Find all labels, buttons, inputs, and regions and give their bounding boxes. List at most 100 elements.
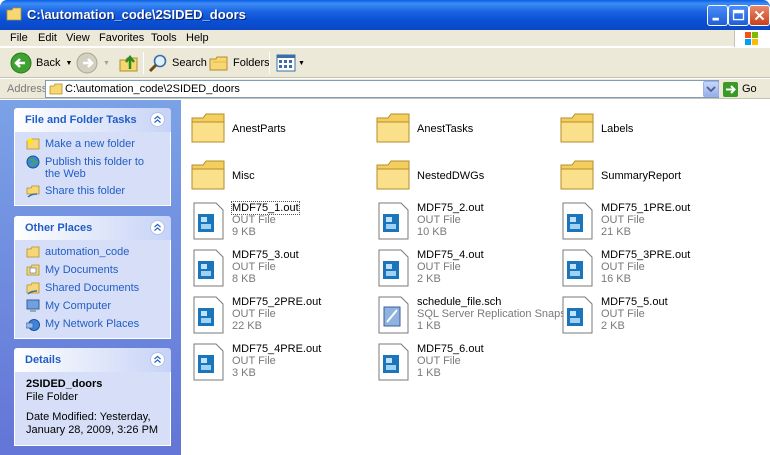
place-shared-documents-link[interactable]: Shared Documents bbox=[26, 282, 162, 295]
window-title: C:\automation_code\2SIDED_doors bbox=[27, 7, 246, 22]
menu-edit[interactable]: Edit bbox=[38, 32, 57, 44]
file-name: AnestTasks bbox=[417, 123, 474, 135]
close-icon bbox=[754, 10, 765, 21]
search-label: Search bbox=[172, 57, 207, 69]
views-button[interactable]: ▼ bbox=[276, 51, 305, 75]
file-folder-tasks-panel: File and Folder Tasks Make a new folder … bbox=[14, 108, 171, 206]
make-new-folder-link[interactable]: Make a new folder bbox=[26, 138, 162, 151]
file-type: OUT File bbox=[417, 355, 461, 367]
place-my-documents-link[interactable]: My Documents bbox=[26, 264, 162, 277]
out-file-icon bbox=[562, 249, 593, 287]
search-button[interactable]: Search bbox=[148, 51, 207, 75]
folders-button[interactable]: Folders bbox=[209, 51, 270, 75]
address-dropdown-button[interactable] bbox=[703, 81, 719, 97]
file-size: 2 KB bbox=[601, 320, 625, 332]
link-label: Share this folder bbox=[45, 185, 126, 197]
close-button[interactable] bbox=[749, 5, 770, 26]
link-label: My Documents bbox=[45, 264, 119, 276]
menu-favorites[interactable]: Favorites bbox=[99, 32, 144, 44]
link-label: Make a new folder bbox=[45, 138, 135, 150]
file-name: AnestParts bbox=[232, 123, 286, 135]
go-button[interactable]: Go bbox=[723, 81, 757, 97]
address-path: C:\automation_code\2SIDED_doors bbox=[65, 83, 240, 95]
folder-item[interactable]: SummaryReport bbox=[554, 151, 734, 195]
file-item[interactable]: MDF75_1.out OUT File 9 KB bbox=[185, 198, 365, 242]
menu-help[interactable]: Help bbox=[186, 32, 209, 44]
title-bar[interactable]: C:\automation_code\2SIDED_doors bbox=[0, 0, 770, 30]
file-name: MDF75_3PRE.out bbox=[601, 249, 691, 261]
collapse-chevron-icon[interactable] bbox=[150, 112, 165, 127]
place-my-network-places-link[interactable]: My Network Places bbox=[26, 318, 162, 331]
back-arrow-icon bbox=[10, 52, 32, 74]
file-item[interactable]: MDF75_4PRE.out OUT File 3 KB bbox=[185, 339, 365, 383]
share-folder-link[interactable]: Share this folder bbox=[26, 185, 162, 198]
folder-item[interactable]: AnestTasks bbox=[370, 104, 550, 148]
file-type: OUT File bbox=[232, 214, 276, 226]
link-label: Shared Documents bbox=[45, 282, 140, 294]
out-file-icon bbox=[562, 202, 593, 240]
panel-header[interactable]: File and Folder Tasks bbox=[14, 108, 171, 132]
windows-logo-icon bbox=[734, 30, 770, 47]
file-name: SummaryReport bbox=[601, 170, 682, 182]
file-item[interactable]: MDF75_2.out OUT File 10 KB bbox=[370, 198, 550, 242]
folders-label: Folders bbox=[233, 57, 270, 69]
maximize-button[interactable] bbox=[728, 5, 749, 26]
my-documents-icon bbox=[26, 264, 40, 276]
forward-dropdown-icon[interactable]: ▼ bbox=[103, 60, 110, 67]
link-label: automation_code bbox=[45, 246, 130, 258]
collapse-chevron-icon[interactable] bbox=[150, 220, 165, 235]
address-input[interactable]: C:\automation_code\2SIDED_doors bbox=[45, 80, 719, 98]
file-item[interactable]: MDF75_5.out OUT File 2 KB bbox=[554, 292, 734, 336]
forward-button[interactable]: ▼ bbox=[76, 51, 110, 75]
file-item[interactable]: MDF75_2PRE.out OUT File 22 KB bbox=[185, 292, 365, 336]
back-dropdown-icon[interactable]: ▼ bbox=[65, 60, 72, 67]
file-size: 16 KB bbox=[601, 273, 631, 285]
out-file-icon bbox=[562, 296, 593, 334]
globe-icon bbox=[26, 155, 40, 169]
file-item[interactable]: schedule_file.sch SQL Server Replication… bbox=[370, 292, 575, 336]
folder-icon bbox=[26, 246, 40, 258]
file-name: MDF75_3.out bbox=[232, 249, 299, 261]
folder-icon bbox=[49, 83, 63, 95]
file-list-view[interactable]: AnestParts AnestTasks Labels Misc Nested… bbox=[181, 100, 770, 455]
file-size: 2 KB bbox=[417, 273, 441, 285]
folder-item[interactable]: NestedDWGs bbox=[370, 151, 550, 195]
menu-tools[interactable]: Tools bbox=[151, 32, 177, 44]
file-size: 22 KB bbox=[232, 320, 262, 332]
file-item[interactable]: MDF75_3.out OUT File 8 KB bbox=[185, 245, 365, 289]
file-item[interactable]: MDF75_3PRE.out OUT File 16 KB bbox=[554, 245, 734, 289]
publish-folder-link[interactable]: Publish this folder to the Web bbox=[26, 155, 162, 180]
toolbar-separator bbox=[269, 52, 270, 74]
collapse-chevron-icon[interactable] bbox=[150, 352, 165, 367]
link-label: My Computer bbox=[45, 300, 112, 312]
link-label: Publish this folder to the Web bbox=[45, 156, 145, 180]
panel-header[interactable]: Details bbox=[14, 348, 171, 372]
folder-item[interactable]: Labels bbox=[554, 104, 734, 148]
menu-file[interactable]: File bbox=[10, 32, 28, 44]
file-item[interactable]: MDF75_6.out OUT File 1 KB bbox=[370, 339, 550, 383]
menu-view[interactable]: View bbox=[66, 32, 90, 44]
folder-item[interactable]: AnestParts bbox=[185, 104, 365, 148]
out-file-icon bbox=[378, 202, 409, 240]
place-automation-code-link[interactable]: automation_code bbox=[26, 246, 162, 259]
folder-item[interactable]: Misc bbox=[185, 151, 365, 195]
panel-header[interactable]: Other Places bbox=[14, 216, 171, 240]
out-file-icon bbox=[193, 343, 224, 381]
search-icon bbox=[148, 54, 167, 73]
place-my-computer-link[interactable]: My Computer bbox=[26, 299, 162, 313]
file-item[interactable]: MDF75_1PRE.out OUT File 21 KB bbox=[554, 198, 734, 242]
file-name: NestedDWGs bbox=[417, 170, 485, 182]
folder-icon bbox=[191, 113, 225, 143]
back-button[interactable]: Back ▼ bbox=[10, 51, 72, 75]
file-name: MDF75_6.out bbox=[417, 343, 484, 355]
folder-icon bbox=[560, 113, 594, 143]
file-item[interactable]: MDF75_4.out OUT File 2 KB bbox=[370, 245, 550, 289]
minimize-button[interactable] bbox=[707, 5, 728, 26]
views-dropdown-icon[interactable]: ▼ bbox=[298, 60, 305, 67]
sch-file-icon bbox=[378, 296, 409, 334]
file-size: 21 KB bbox=[601, 226, 631, 238]
up-folder-button[interactable] bbox=[118, 51, 140, 75]
file-name: MDF75_5.out bbox=[601, 296, 668, 308]
file-type: OUT File bbox=[601, 261, 645, 273]
out-file-icon bbox=[378, 249, 409, 287]
